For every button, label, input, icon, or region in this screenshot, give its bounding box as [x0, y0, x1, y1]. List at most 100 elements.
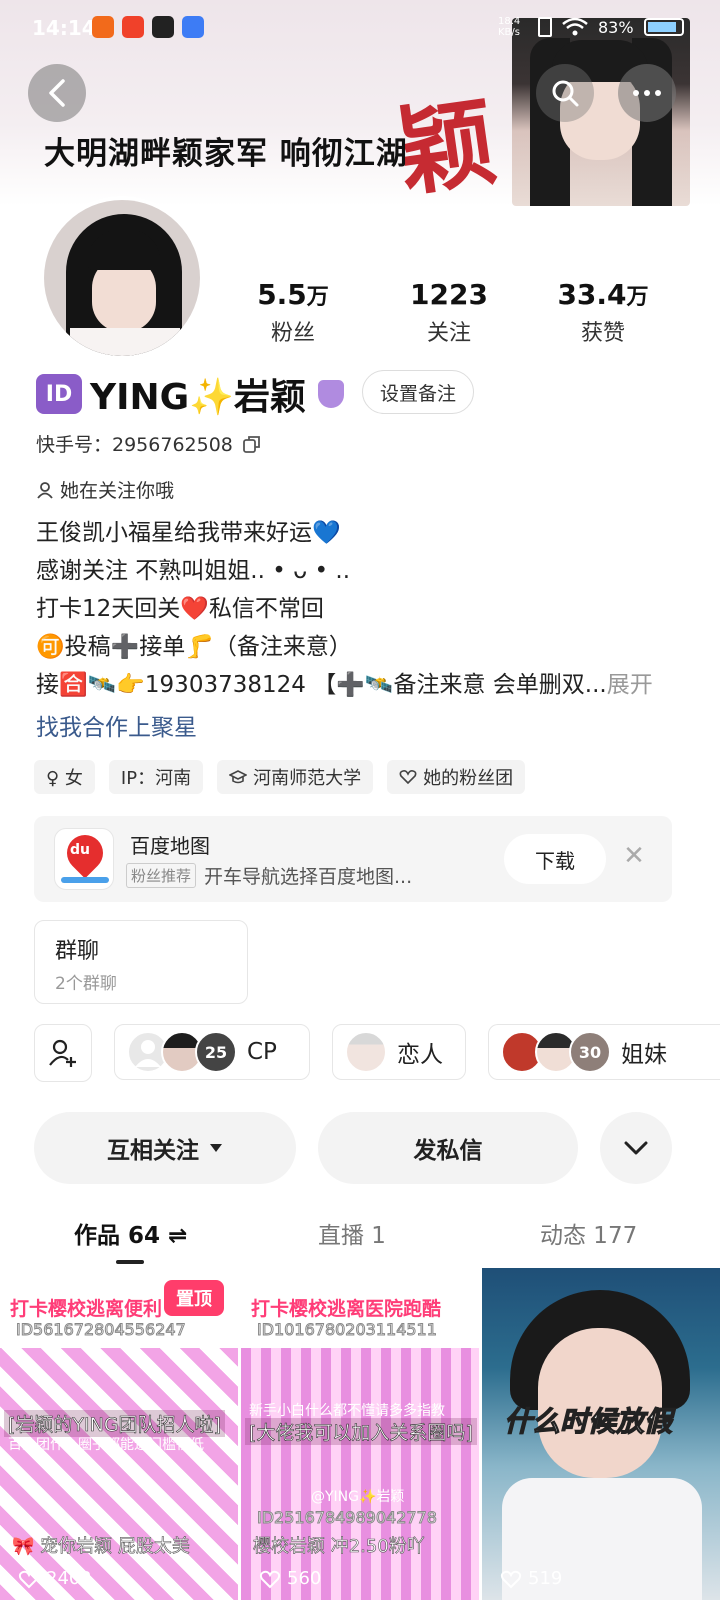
sim-icon — [538, 17, 552, 37]
ad-card[interactable]: du 百度地图 粉丝推荐 开车导航选择百度地图... 下载 ✕ — [34, 816, 672, 902]
battery-icon — [643, 18, 684, 36]
post-id-line: ID561672804556247 — [16, 1320, 187, 1340]
stat-likes[interactable]: 33.4万 获赞 — [548, 278, 658, 347]
name-row: ID YING✨岩颖 — [36, 368, 344, 420]
post-likes: 560 — [259, 1568, 321, 1589]
tab-live[interactable]: 直播 1 — [318, 1216, 386, 1250]
stat-label: 粉丝 — [270, 321, 315, 346]
send-message-button[interactable]: 发私信 — [318, 1112, 578, 1184]
status-time: 14:14 — [32, 16, 96, 40]
expand-button[interactable] — [600, 1112, 672, 1184]
avatar[interactable] — [40, 196, 204, 360]
shield-badge-icon[interactable] — [317, 380, 344, 408]
tag-ip[interactable]: IP：河南 — [108, 760, 204, 794]
caret-down-icon — [210, 1144, 222, 1152]
net-speed: 18.4 KB/s — [498, 16, 521, 38]
ad-subtitle: 粉丝推荐 开车导航选择百度地图... — [126, 862, 412, 889]
find-me-link[interactable]: 找我合作上聚星 — [36, 708, 197, 742]
bio-line: 🉑投稿➕接单🦵（备注来意） — [36, 634, 352, 660]
relation-cp[interactable]: 25 CP — [114, 1024, 310, 1080]
stat-unit: 万 — [306, 285, 329, 310]
battery-text: 83% — [598, 17, 634, 37]
relation-count: 30 — [578, 1042, 602, 1062]
tag-label: ♀ 女 — [46, 768, 83, 789]
likes-count: 2402 — [46, 1568, 92, 1589]
post-id-line: ID2516784989042778 — [257, 1508, 438, 1528]
stat-value: 33.4 — [557, 278, 627, 311]
add-person-icon — [49, 1039, 76, 1067]
post-caption-sub: 新手小白什么都不懂请多多指教 — [249, 1403, 445, 1419]
heart-outline-icon — [500, 1570, 522, 1588]
stat-label: 关注 — [426, 321, 471, 346]
copy-icon[interactable] — [242, 435, 261, 453]
stat-unit: 万 — [626, 285, 649, 310]
app-notification-icon — [122, 16, 144, 38]
baidu-map-logo-icon: du — [54, 827, 114, 890]
tag-label: 河南师范大学 — [253, 768, 362, 789]
avatar: 25 — [195, 1031, 237, 1073]
profile-name: YING✨岩颖 — [90, 377, 306, 418]
stat-fans[interactable]: 5.5万 粉丝 — [238, 278, 348, 347]
stat-value: 1223 — [410, 278, 488, 311]
post-tile[interactable]: 打卡樱校逃离便利 ID561672804556247 置顶 [岩颖的YING团队… — [0, 1268, 238, 1600]
mutual-follow-button[interactable]: 互相关注 — [34, 1112, 296, 1184]
post-id-line: ID1016780203114511 — [257, 1320, 438, 1340]
mutual-follow-label: 互相关注 — [107, 1138, 199, 1164]
avatar — [345, 1031, 387, 1073]
post-headline: 什么时候放假 — [503, 1404, 673, 1438]
likes-count: 560 — [287, 1568, 322, 1589]
kuaishou-id-row[interactable]: 快手号：2956762508 — [36, 430, 261, 457]
tiktok-icon — [152, 16, 174, 38]
close-icon[interactable]: ✕ — [620, 842, 648, 870]
post-thumbnail — [241, 1344, 479, 1600]
group-chat-card[interactable]: 群聊 2个群聊 — [34, 920, 248, 1004]
tag-fan-club[interactable]: 她的粉丝团 — [387, 760, 526, 794]
tag-label: IP：河南 — [120, 768, 192, 789]
search-button[interactable] — [536, 64, 594, 122]
post-bottom-text: 🎀 宠你岩颖 屁股太美 — [12, 1536, 190, 1558]
relation-count: 25 — [204, 1042, 228, 1062]
post-tile[interactable]: 打卡樱校逃离医院跑酷 ID1016780203114511 新手小白什么都不懂请… — [241, 1268, 479, 1600]
download-button[interactable]: 下载 — [504, 834, 606, 884]
bio: 王俊凯小福星给我带来好运💙 感谢关注 不熟叫姐姐.. • ᴗ • .. 打卡12… — [36, 514, 686, 704]
more-button[interactable] — [618, 64, 676, 122]
bio-line: 感谢关注 不熟叫姐姐.. • ᴗ • .. — [36, 558, 351, 584]
relation-label: CP — [247, 1039, 277, 1065]
heart-icon — [399, 770, 417, 785]
relation-lover[interactable]: 恋人 — [332, 1024, 466, 1080]
app-notification-icon — [182, 16, 204, 38]
ad-title: 百度地图 — [130, 834, 210, 858]
stat-following[interactable]: 1223 关注 — [394, 278, 504, 347]
app-notification-icon — [92, 16, 114, 38]
group-chat-sub: 2个群聊 — [55, 974, 117, 994]
likes-count: 519 — [528, 1568, 563, 1589]
id-badge: ID — [36, 374, 82, 414]
tag-gender[interactable]: ♀ 女 — [34, 760, 95, 794]
person-icon — [37, 481, 53, 499]
heart-outline-icon — [259, 1570, 281, 1588]
tag-school[interactable]: 河南师范大学 — [217, 760, 374, 794]
bio-line: 王俊凯小福星给我带来好运💙 — [36, 520, 341, 546]
follows-you-row: 她在关注你哦 — [36, 476, 174, 503]
tab-works[interactable]: 作品 64 ⇌ — [74, 1216, 187, 1250]
follows-you-text: 她在关注你哦 — [60, 480, 175, 502]
relation-sisters[interactable]: 30 姐妹 — [488, 1024, 720, 1080]
set-remark-button[interactable]: 设置备注 — [362, 370, 474, 414]
post-caption-sub: 百人团什么圈子都能进门槛很低 — [8, 1437, 204, 1453]
add-friend-button[interactable] — [34, 1024, 92, 1082]
post-caption: [岩颖的YING团队招人啦] — [4, 1410, 225, 1437]
post-caption: [大佬我可以加入关系圈吗] — [245, 1418, 477, 1445]
avatar: 30 — [569, 1031, 611, 1073]
post-headline: 打卡樱校逃离医院跑酷 — [251, 1298, 442, 1320]
kuaishou-id: 快手号：2956762508 — [36, 434, 233, 456]
post-likes: 519 — [500, 1568, 562, 1589]
tab-moments[interactable]: 动态 177 — [540, 1216, 637, 1250]
bio-expand-link[interactable]: 展开 — [607, 672, 653, 698]
chevron-down-icon — [624, 1141, 648, 1155]
pinned-badge: 置顶 — [164, 1280, 224, 1316]
notification-icons — [92, 16, 204, 38]
post-tile[interactable]: 什么时候放假 519 — [482, 1268, 720, 1600]
post-watermark: @YING✨岩颖 — [311, 1489, 405, 1505]
bio-line: 打卡12天回关❤️私信不常回 — [36, 596, 324, 622]
back-button[interactable] — [28, 64, 86, 122]
